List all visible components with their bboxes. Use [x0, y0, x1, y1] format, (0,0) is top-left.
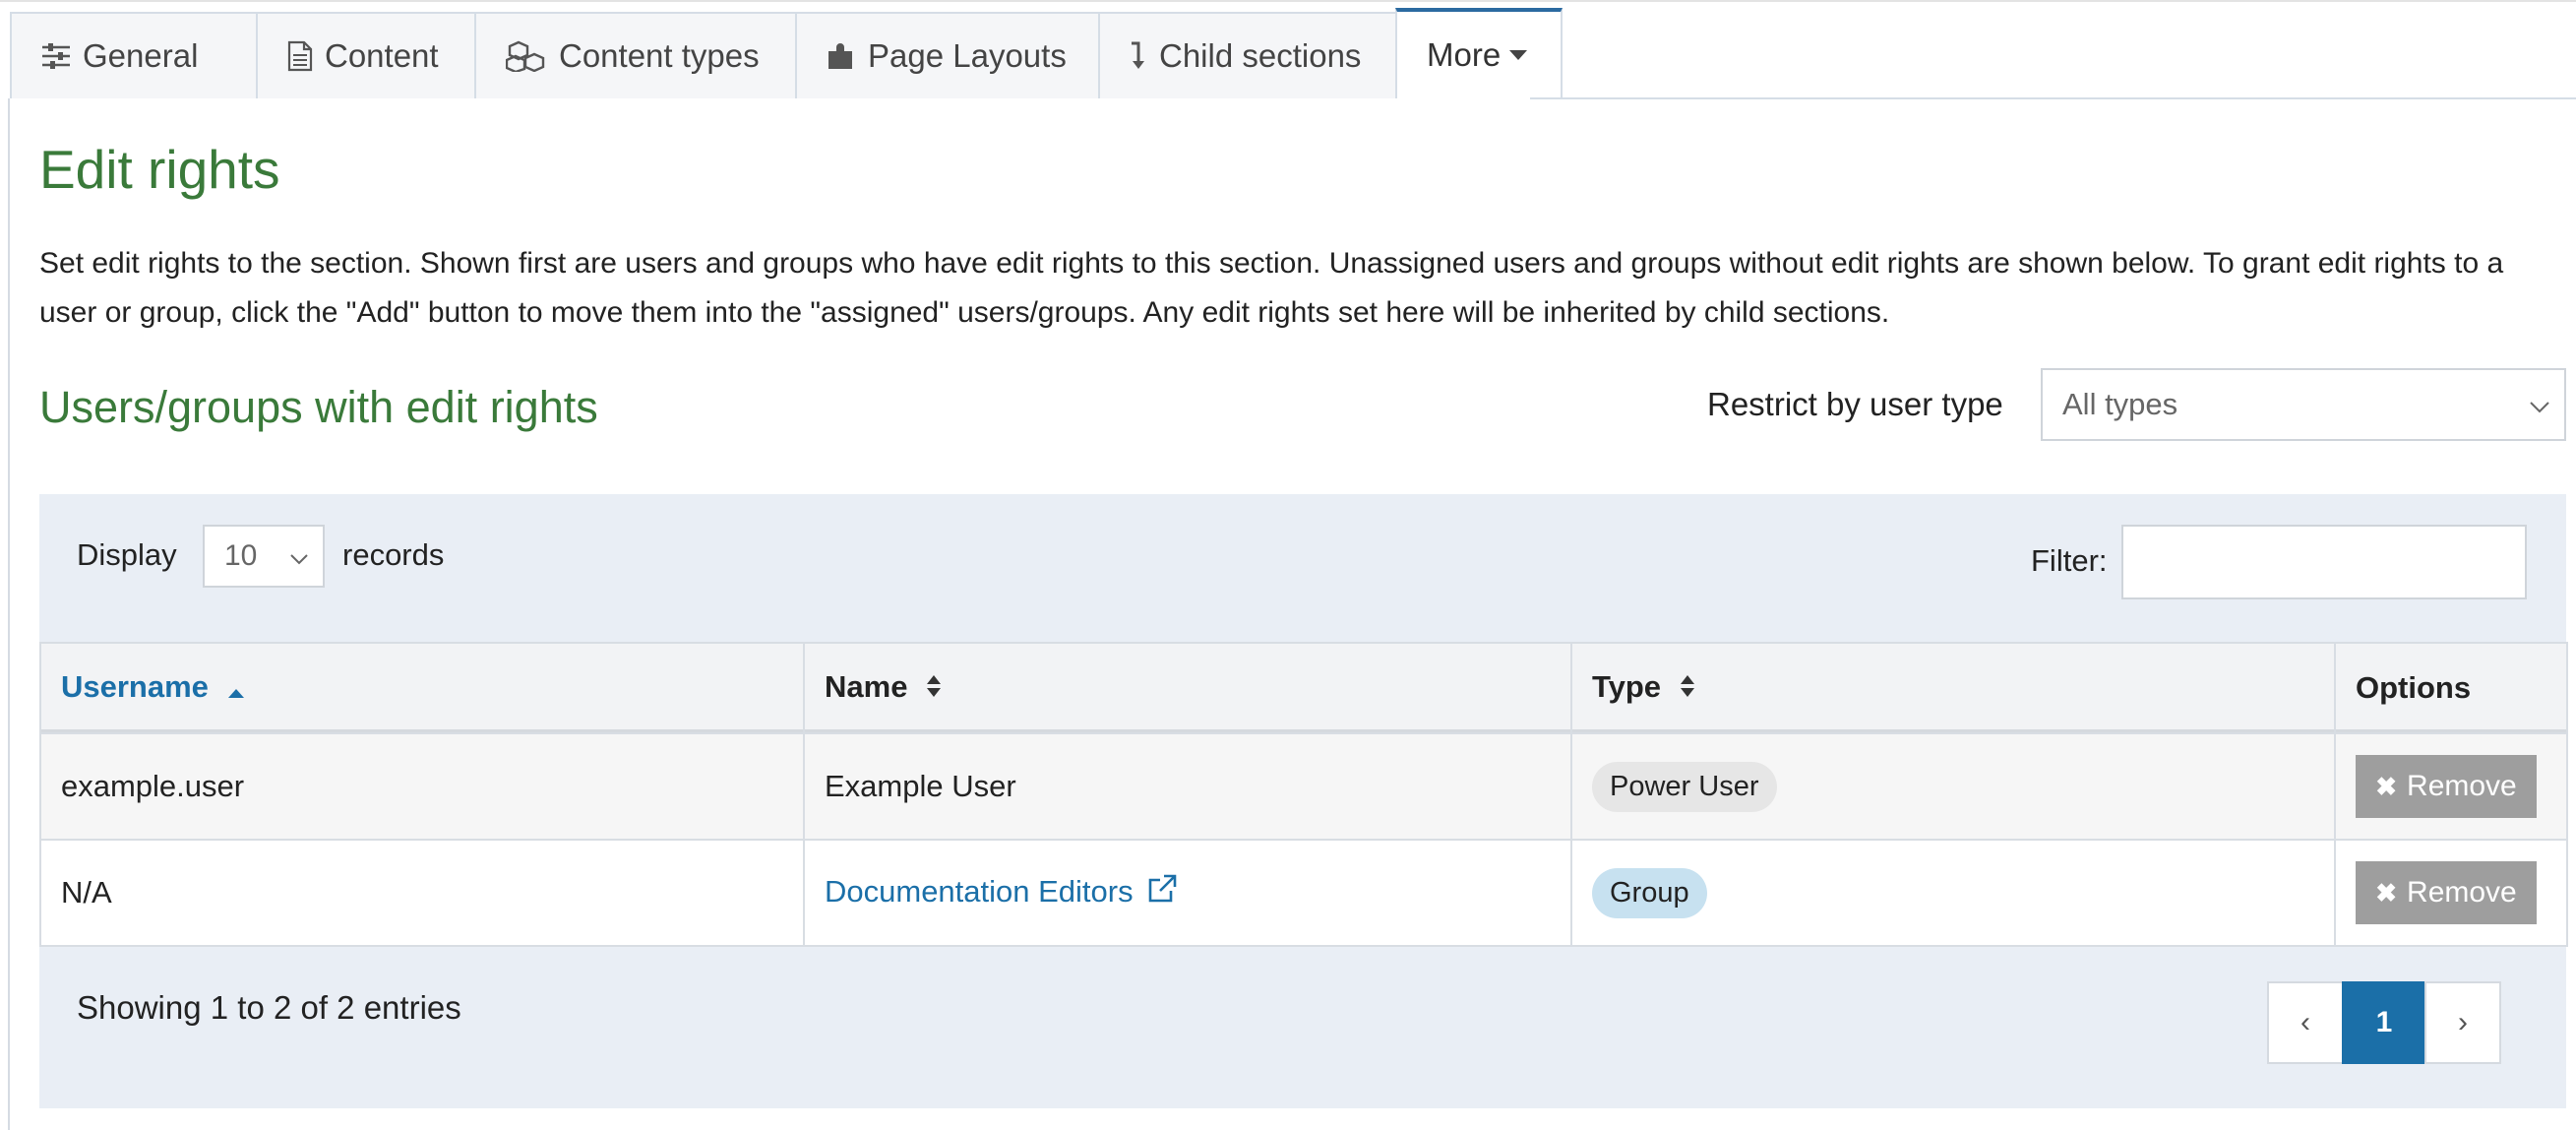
column-label: Name: [825, 669, 908, 705]
tab-label: Child sections: [1159, 37, 1362, 74]
pagination: ‹ 1 ›: [2267, 981, 2501, 1064]
caret-down-icon: [1508, 49, 1528, 61]
sort-icon: [1680, 671, 1695, 707]
type-badge: Group: [1592, 867, 1707, 918]
tab-label: Content: [325, 37, 439, 74]
column-label: Type: [1592, 669, 1662, 705]
tab-bar: General Content Content types Page Layou…: [10, 8, 1563, 98]
tab-content-types[interactable]: Content types: [474, 12, 797, 98]
tab-general[interactable]: General: [10, 12, 258, 98]
display-label: Display: [77, 537, 177, 572]
column-label: Username: [61, 669, 209, 705]
table-row: N/A Documentation Editors Group ✖ Remove: [39, 839, 2568, 947]
sort-icon: [926, 671, 942, 707]
select-value: 10: [224, 539, 258, 572]
table-info: Showing 1 to 2 of 2 entries: [77, 989, 461, 1026]
column-header-options: Options: [2334, 642, 2568, 734]
type-badge: Power User: [1592, 761, 1777, 812]
pagination-prev-button[interactable]: ‹: [2267, 981, 2344, 1064]
column-header-type[interactable]: Type: [1570, 642, 2336, 734]
page-length-select[interactable]: 10: [203, 525, 325, 588]
pagination-page-button[interactable]: 1: [2342, 981, 2426, 1064]
cell-username: N/A: [39, 839, 805, 947]
pagination-next-button[interactable]: ›: [2424, 981, 2501, 1064]
column-header-username[interactable]: Username: [39, 642, 805, 734]
content-left-border: [8, 98, 10, 1130]
remove-button[interactable]: ✖ Remove: [2356, 861, 2537, 924]
table-row: example.user Example User Power User ✖ R…: [39, 732, 2568, 841]
tab-content[interactable]: Content: [256, 12, 476, 98]
tab-child-sections[interactable]: Child sections: [1098, 12, 1397, 98]
group-link[interactable]: Documentation Editors: [825, 874, 1177, 909]
arrow-down-icon: [1130, 41, 1147, 71]
cell-type: Group: [1570, 839, 2336, 947]
tab-label: More: [1427, 36, 1502, 73]
table-header-row: Username Name Type Options: [39, 642, 2568, 734]
sort-asc-icon: [227, 671, 245, 707]
restrict-label: Restrict by user type: [1707, 386, 2003, 422]
cell-name: Example User: [803, 732, 1572, 841]
document-icon: [287, 40, 313, 72]
chevron-down-icon: [289, 539, 309, 573]
filter-label: Filter:: [2031, 543, 2108, 578]
page-description: Set edit rights to the section. Shown fi…: [39, 247, 2504, 329]
button-label: Remove: [2407, 876, 2517, 909]
close-icon: ✖: [2375, 877, 2398, 908]
link-label: Documentation Editors: [825, 873, 1134, 909]
edit-rights-table: Username Name Type Options example.user …: [39, 642, 2568, 947]
remove-button[interactable]: ✖ Remove: [2356, 755, 2537, 818]
external-link-icon: [1147, 874, 1177, 911]
button-label: Remove: [2407, 770, 2517, 802]
chevron-down-icon: [2529, 387, 2550, 422]
cubes-icon: [506, 40, 547, 72]
sliders-icon: [41, 42, 71, 70]
column-label: Options: [2356, 670, 2472, 705]
tab-label: Page Layouts: [868, 37, 1067, 74]
records-label: records: [342, 537, 445, 572]
cell-options: ✖ Remove: [2334, 732, 2568, 841]
close-icon: ✖: [2375, 771, 2398, 801]
tab-label: General: [83, 37, 199, 74]
page-title: Edit rights: [39, 139, 280, 200]
cell-type: Power User: [1570, 732, 2336, 841]
cell-username: example.user: [39, 732, 805, 841]
column-header-name[interactable]: Name: [803, 642, 1572, 734]
tab-more[interactable]: More: [1395, 8, 1563, 98]
cell-name: Documentation Editors: [803, 839, 1572, 947]
tab-bar-bottom-border: [1530, 97, 2576, 99]
puzzle-icon: [827, 41, 856, 71]
section-title: Users/groups with edit rights: [39, 382, 598, 432]
user-type-select[interactable]: All types: [2041, 368, 2566, 441]
cell-options: ✖ Remove: [2334, 839, 2568, 947]
tab-label: Content types: [559, 37, 760, 74]
tab-page-layouts[interactable]: Page Layouts: [795, 12, 1100, 98]
top-border: [0, 0, 2576, 2]
filter-input[interactable]: [2121, 525, 2527, 599]
select-value: All types: [2062, 387, 2178, 421]
